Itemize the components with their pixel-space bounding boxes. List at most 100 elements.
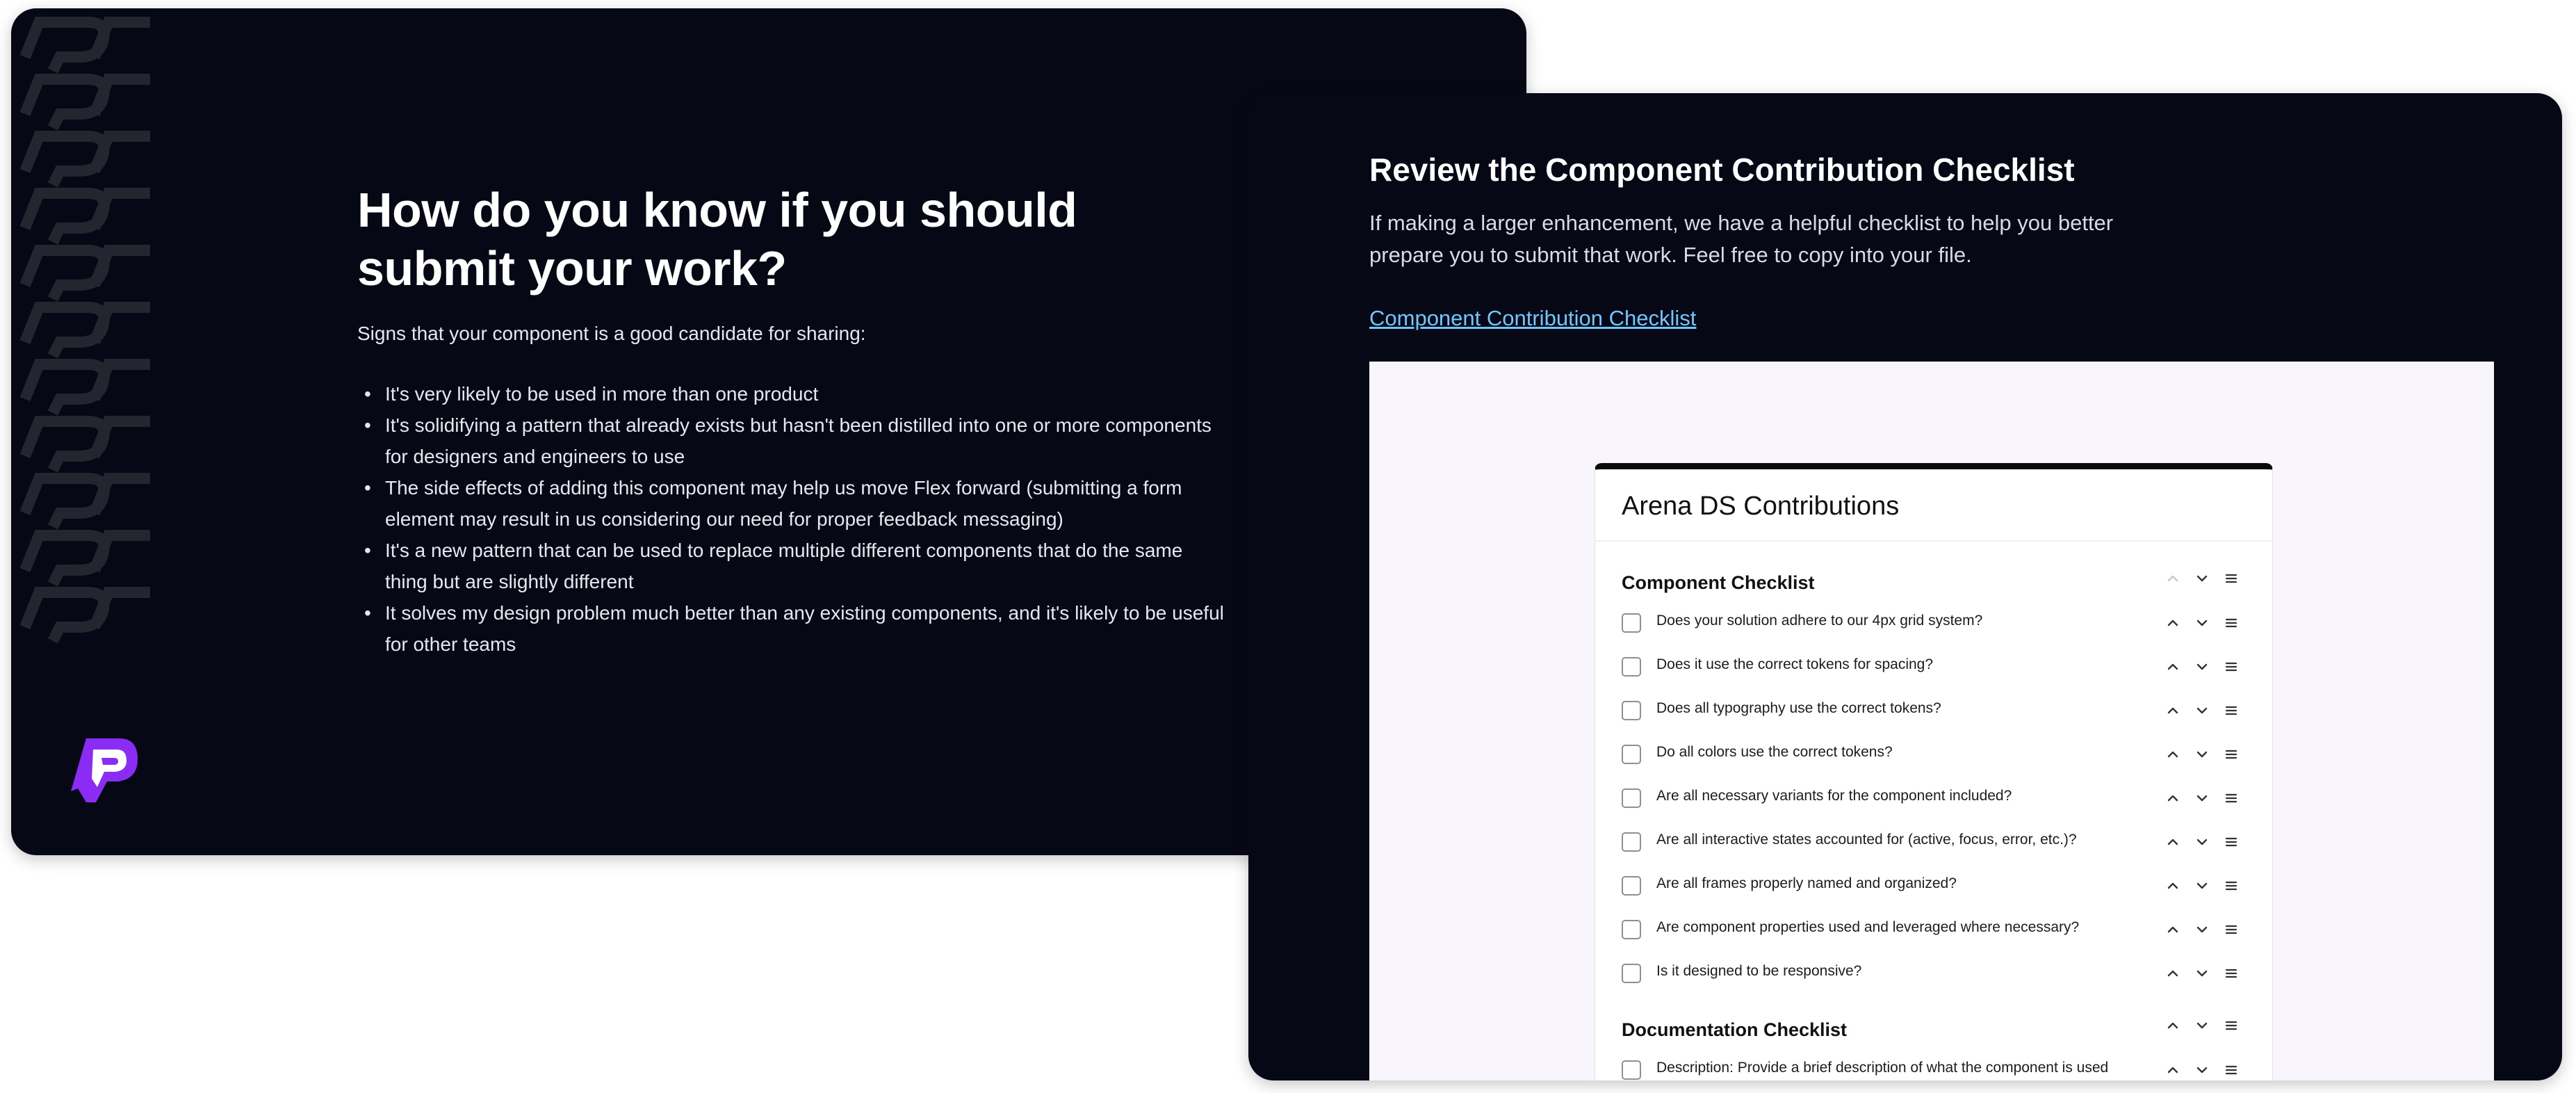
move-down-icon[interactable] bbox=[2192, 568, 2212, 589]
checklist-item-label: Description: Provide a brief description… bbox=[1656, 1060, 2109, 1076]
row-controls bbox=[2162, 963, 2253, 984]
checklist-item: Are all necessary variants for the compo… bbox=[1622, 779, 2247, 823]
drag-handle-icon[interactable] bbox=[2221, 875, 2242, 896]
drag-handle-icon[interactable] bbox=[2221, 832, 2242, 852]
row-controls bbox=[2162, 832, 2253, 852]
row-controls bbox=[2162, 1060, 2253, 1080]
form-card: Arena DS Contributions Component Checkli… bbox=[1595, 463, 2273, 1080]
drag-handle-icon[interactable] bbox=[2221, 788, 2242, 809]
bullet-list: It's very likely to be used in more than… bbox=[357, 378, 1226, 660]
drag-handle-icon[interactable] bbox=[2221, 1060, 2242, 1080]
form-body: Component Checklist Does your solution ad… bbox=[1622, 560, 2247, 1080]
move-down-icon[interactable] bbox=[2192, 963, 2212, 984]
section-label: Component Checklist bbox=[1622, 572, 1815, 593]
move-down-icon[interactable] bbox=[2192, 744, 2212, 765]
slide-title: How do you know if you should submit you… bbox=[357, 183, 1077, 295]
move-down-icon[interactable] bbox=[2192, 875, 2212, 896]
checklist-item: Does all typography use the correct toke… bbox=[1622, 692, 2247, 736]
move-down-icon[interactable] bbox=[2192, 832, 2212, 852]
row-controls bbox=[2162, 788, 2253, 809]
divider bbox=[1595, 540, 2272, 542]
drag-handle-icon[interactable] bbox=[2221, 919, 2242, 940]
checkbox[interactable] bbox=[1622, 701, 1641, 720]
checklist-item: Are component properties used and levera… bbox=[1622, 911, 2247, 955]
drag-handle-icon[interactable] bbox=[2221, 613, 2242, 633]
checklist-item-label: Does your solution adhere to our 4px gri… bbox=[1656, 613, 1983, 629]
checklist-item-label: Are all frames properly named and organi… bbox=[1656, 875, 1957, 891]
checklist-item: Does it use the correct tokens for spaci… bbox=[1622, 648, 2247, 692]
decorative-pattern-icon bbox=[19, 17, 150, 644]
move-up-icon[interactable] bbox=[2162, 875, 2183, 896]
checklist-item-label: Do all colors use the correct tokens? bbox=[1656, 744, 1893, 760]
move-up-icon[interactable] bbox=[2162, 613, 2183, 633]
form-title: Arena DS Contributions bbox=[1622, 492, 1900, 521]
row-controls bbox=[2162, 744, 2253, 765]
checkbox[interactable] bbox=[1622, 876, 1641, 896]
slide-intro: Signs that your component is a good cand… bbox=[357, 323, 866, 344]
move-down-icon[interactable] bbox=[2192, 788, 2212, 809]
slide-description: If making a larger enhancement, we have … bbox=[1369, 211, 2114, 267]
checklist-item-label: Are all necessary variants for the compo… bbox=[1656, 788, 2012, 804]
move-down-icon[interactable] bbox=[2192, 1015, 2212, 1036]
checklist-item: Are all interactive states accounted for… bbox=[1622, 823, 2247, 867]
drag-handle-icon[interactable] bbox=[2221, 700, 2242, 721]
move-down-icon[interactable] bbox=[2192, 919, 2212, 940]
brand-logo-icon bbox=[71, 738, 138, 802]
drag-handle-icon[interactable] bbox=[2221, 656, 2242, 677]
checklist-item: Does your solution adhere to our 4px gri… bbox=[1622, 604, 2247, 648]
list-item: It's solidifying a pattern that already … bbox=[364, 410, 1226, 472]
move-up-icon[interactable] bbox=[2162, 744, 2183, 765]
section-label: Documentation Checklist bbox=[1622, 1019, 1848, 1040]
checkbox[interactable] bbox=[1622, 920, 1641, 939]
move-up-icon[interactable] bbox=[2162, 832, 2183, 852]
move-up-icon[interactable] bbox=[2162, 1060, 2183, 1080]
row-controls bbox=[2162, 1015, 2253, 1036]
row-controls bbox=[2162, 613, 2253, 633]
checklist-item: Is it designed to be responsive? bbox=[1622, 955, 2247, 998]
move-up-icon[interactable] bbox=[2162, 656, 2183, 677]
row-controls bbox=[2162, 700, 2253, 721]
row-controls bbox=[2162, 656, 2253, 677]
checklist-section-header: Component Checklist bbox=[1622, 560, 2247, 604]
checkbox[interactable] bbox=[1622, 745, 1641, 764]
checklist-link[interactable]: Component Contribution Checklist bbox=[1369, 303, 1696, 334]
checkbox[interactable] bbox=[1622, 832, 1641, 852]
checklist-item: Are all frames properly named and organi… bbox=[1622, 867, 2247, 911]
slide-title: Review the Component Contribution Checkl… bbox=[1369, 152, 2075, 188]
move-down-icon[interactable] bbox=[2192, 1060, 2212, 1080]
move-down-icon[interactable] bbox=[2192, 700, 2212, 721]
checklist-item: Description: Provide a brief description… bbox=[1622, 1051, 2247, 1080]
checklist-item: Do all colors use the correct tokens? bbox=[1622, 736, 2247, 779]
move-down-icon[interactable] bbox=[2192, 656, 2212, 677]
row-controls bbox=[2162, 568, 2253, 589]
drag-handle-icon[interactable] bbox=[2221, 568, 2242, 589]
move-up-icon[interactable] bbox=[2162, 700, 2183, 721]
drag-handle-icon[interactable] bbox=[2221, 744, 2242, 765]
row-controls bbox=[2162, 875, 2253, 896]
move-up-icon[interactable] bbox=[2162, 963, 2183, 984]
checkbox[interactable] bbox=[1622, 788, 1641, 808]
list-item: The side effects of adding this componen… bbox=[364, 472, 1226, 535]
row-controls bbox=[2162, 919, 2253, 940]
form-preview: Arena DS Contributions Component Checkli… bbox=[1369, 362, 2494, 1080]
checkbox[interactable] bbox=[1622, 613, 1641, 633]
move-up-icon[interactable] bbox=[2162, 1015, 2183, 1036]
move-up-icon[interactable] bbox=[2162, 568, 2183, 589]
checklist-item-label: Are all interactive states accounted for… bbox=[1656, 832, 2077, 848]
list-item: It's very likely to be used in more than… bbox=[364, 378, 1226, 410]
move-up-icon[interactable] bbox=[2162, 919, 2183, 940]
checkbox[interactable] bbox=[1622, 1060, 1641, 1080]
checklist-item-label: Are component properties used and levera… bbox=[1656, 919, 2080, 935]
drag-handle-icon[interactable] bbox=[2221, 1015, 2242, 1036]
checkbox[interactable] bbox=[1622, 657, 1641, 677]
list-item: It solves my design problem much better … bbox=[364, 597, 1226, 660]
drag-handle-icon[interactable] bbox=[2221, 963, 2242, 984]
checklist-item-label: Does all typography use the correct toke… bbox=[1656, 700, 1941, 716]
list-item: It's a new pattern that can be used to r… bbox=[364, 535, 1226, 597]
checklist-section-header: Documentation Checklist bbox=[1622, 1007, 2247, 1051]
move-up-icon[interactable] bbox=[2162, 788, 2183, 809]
right-slide: Review the Component Contribution Checkl… bbox=[1248, 93, 2562, 1080]
checkbox[interactable] bbox=[1622, 964, 1641, 983]
move-down-icon[interactable] bbox=[2192, 613, 2212, 633]
checklist-item-label: Is it designed to be responsive? bbox=[1656, 963, 1862, 979]
